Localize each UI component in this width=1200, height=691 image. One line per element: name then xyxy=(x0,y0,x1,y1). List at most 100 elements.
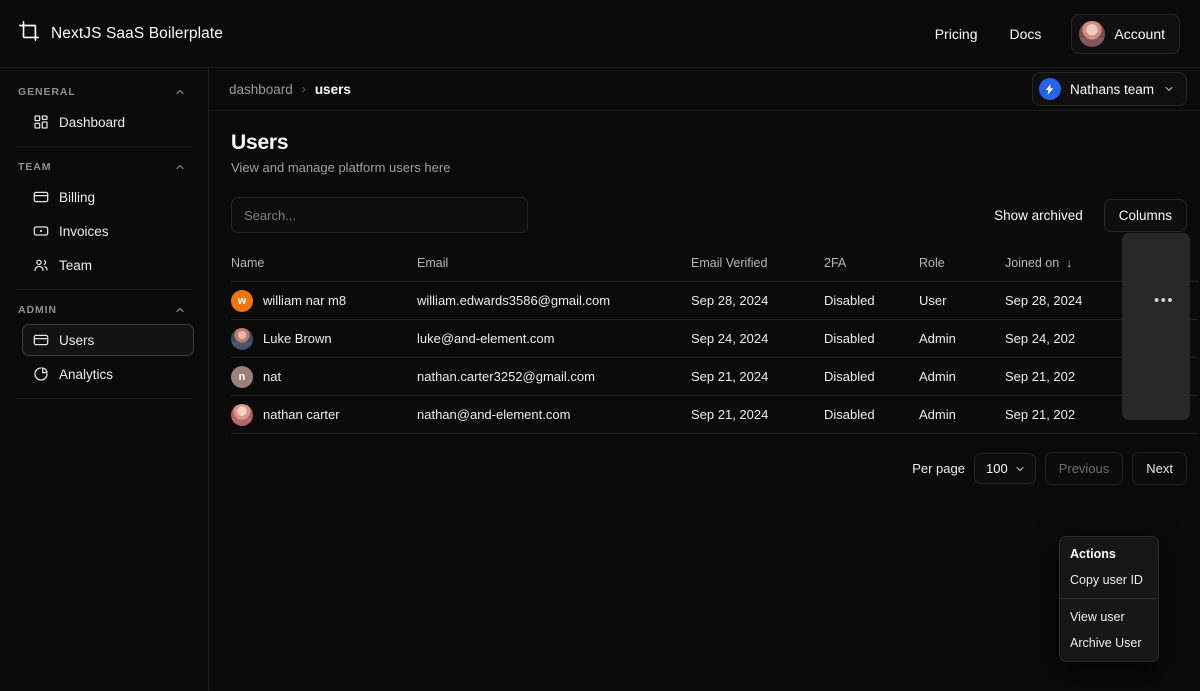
sidebar-item-dashboard-label: Dashboard xyxy=(59,114,126,130)
sidebar-item-billing-label: Billing xyxy=(59,189,96,205)
column-header-joined-on[interactable]: Joined on ↓ xyxy=(1005,246,1130,282)
users-table-wrapper: Name Email Email Verified 2FA Role Joine… xyxy=(209,233,1200,662)
user-name: Luke Brown xyxy=(263,331,332,346)
avatar: n xyxy=(231,365,253,388)
cell-email: william.edwards3586@gmail.com xyxy=(417,281,691,320)
menu-item-view-user[interactable]: View user xyxy=(1060,604,1158,630)
column-header-role[interactable]: Role xyxy=(919,246,1005,282)
column-header-email-verified[interactable]: Email Verified xyxy=(691,246,824,282)
per-page-label: Per page xyxy=(912,461,965,476)
chevron-up-icon xyxy=(176,89,184,95)
next-page-button[interactable]: Next xyxy=(1132,452,1187,485)
breadcrumb-bar: dashboard › users Nathans team xyxy=(209,68,1200,111)
invoice-icon xyxy=(33,226,49,236)
page-title: Users xyxy=(231,131,289,154)
column-header-2fa[interactable]: 2FA xyxy=(824,246,919,282)
sort-descending-icon: ↓ xyxy=(1066,256,1073,270)
avatar: w xyxy=(231,289,253,312)
sidebar-group-team: TEAM Billing Invoices Team xyxy=(14,155,194,281)
sidebar-item-users[interactable]: Users xyxy=(22,324,194,356)
brand-name: NextJS SaaS Boilerplate xyxy=(51,24,224,42)
chevron-down-icon xyxy=(1016,466,1024,471)
table-row[interactable]: nathan carter nathan@and-element.com Sep… xyxy=(231,395,1198,434)
avatar xyxy=(231,403,253,426)
grid-dashboard-icon xyxy=(34,115,48,129)
cell-2fa: Disabled xyxy=(824,319,919,358)
cell-email: nathan.carter3252@gmail.com xyxy=(417,357,691,396)
breadcrumb-dashboard[interactable]: dashboard xyxy=(229,82,293,97)
avatar xyxy=(231,327,253,350)
cell-email: luke@and-element.com xyxy=(417,319,691,358)
nav-pricing[interactable]: Pricing xyxy=(919,18,994,50)
team-switcher-label: Nathans team xyxy=(1069,81,1154,97)
team-switcher[interactable]: Nathans team xyxy=(1031,72,1187,106)
per-page-value: 100 xyxy=(985,461,1008,476)
table-body: w william nar m8 william.edwards3586@gma… xyxy=(231,281,1198,434)
avatar xyxy=(1079,20,1106,47)
table-toolbar: Show archived Columns xyxy=(209,175,1200,233)
cell-actions xyxy=(1130,357,1198,396)
brand[interactable]: NextJS SaaS Boilerplate xyxy=(18,20,223,47)
sidebar-group-admin-header[interactable]: ADMIN xyxy=(14,298,194,322)
table-header-row: Name Email Email Verified 2FA Role Joine… xyxy=(231,246,1198,282)
sidebar-item-invoices[interactable]: Invoices xyxy=(22,215,194,247)
sidebar-item-analytics[interactable]: Analytics xyxy=(22,358,194,390)
cell-2fa: Disabled xyxy=(824,357,919,396)
cell-role: Admin xyxy=(919,357,1005,396)
sidebar-group-general-header[interactable]: GENERAL xyxy=(14,80,194,104)
cell-role: Admin xyxy=(919,319,1005,358)
credit-card-icon xyxy=(33,334,49,346)
menu-separator xyxy=(1060,598,1158,599)
cell-email-verified: Sep 28, 2024 xyxy=(691,281,824,320)
sidebar-group-general-label: GENERAL xyxy=(18,86,76,98)
chevron-up-icon xyxy=(176,164,184,170)
search-input[interactable] xyxy=(231,197,528,233)
cell-actions: ••• xyxy=(1130,281,1198,320)
chevron-up-icon xyxy=(176,307,184,313)
sidebar-group-team-label: TEAM xyxy=(18,161,52,173)
cell-email-verified: Sep 21, 2024 xyxy=(691,357,824,396)
breadcrumb-separator: › xyxy=(301,82,306,96)
sidebar-item-analytics-label: Analytics xyxy=(59,366,114,382)
users-table: Name Email Email Verified 2FA Role Joine… xyxy=(231,246,1198,434)
show-archived-button[interactable]: Show archived xyxy=(981,199,1096,232)
per-page-select[interactable]: 100 xyxy=(973,453,1036,484)
table-row[interactable]: n nat nathan.carter3252@gmail.com Sep 21… xyxy=(231,357,1198,396)
sidebar-item-team-label: Team xyxy=(59,257,93,273)
sidebar-item-dashboard[interactable]: Dashboard xyxy=(22,106,194,138)
cell-2fa: Disabled xyxy=(824,395,919,434)
cell-name: n nat xyxy=(231,357,417,396)
sidebar: GENERAL Dashboard TEAM Billing Invoices … xyxy=(0,68,209,691)
columns-button[interactable]: Columns xyxy=(1103,198,1187,232)
users-group-icon xyxy=(34,259,48,271)
sidebar-item-billing[interactable]: Billing xyxy=(22,181,194,213)
cell-joined-on: Sep 28, 2024 xyxy=(1005,281,1130,320)
frame-crop-icon xyxy=(18,20,40,47)
cell-name: nathan carter xyxy=(231,395,417,434)
cell-name: w william nar m8 xyxy=(231,281,417,320)
page-header: Users View and manage platform users her… xyxy=(209,111,1200,175)
top-nav: Pricing Docs Account xyxy=(919,13,1180,54)
cell-email-verified: Sep 24, 2024 xyxy=(691,319,824,358)
menu-item-copy-user-id[interactable]: Copy user ID xyxy=(1060,567,1158,593)
sidebar-group-team-header[interactable]: TEAM xyxy=(14,155,194,179)
app-root: NextJS SaaS Boilerplate Pricing Docs Acc… xyxy=(0,0,1200,691)
credit-card-icon xyxy=(33,191,49,203)
menu-item-archive-user[interactable]: Archive User xyxy=(1060,630,1158,656)
sidebar-item-team[interactable]: Team xyxy=(22,249,194,281)
previous-page-button[interactable]: Previous xyxy=(1044,452,1124,485)
table-row[interactable]: w william nar m8 william.edwards3586@gma… xyxy=(231,281,1198,320)
cell-role: Admin xyxy=(919,395,1005,434)
column-header-name[interactable]: Name xyxy=(231,246,417,282)
row-actions-button[interactable]: ••• xyxy=(1150,289,1178,313)
table-row[interactable]: Luke Brown luke@and-element.com Sep 24, … xyxy=(231,319,1198,358)
breadcrumb-users[interactable]: users xyxy=(315,82,351,97)
sidebar-group-general: GENERAL Dashboard xyxy=(14,80,194,138)
sidebar-divider xyxy=(16,146,192,147)
column-header-email[interactable]: Email xyxy=(417,246,691,282)
account-button[interactable]: Account xyxy=(1071,13,1180,54)
cell-email: nathan@and-element.com xyxy=(417,395,691,434)
sidebar-group-admin: ADMIN Users Analytics xyxy=(14,298,194,390)
account-label: Account xyxy=(1114,25,1165,42)
nav-docs[interactable]: Docs xyxy=(994,18,1058,50)
